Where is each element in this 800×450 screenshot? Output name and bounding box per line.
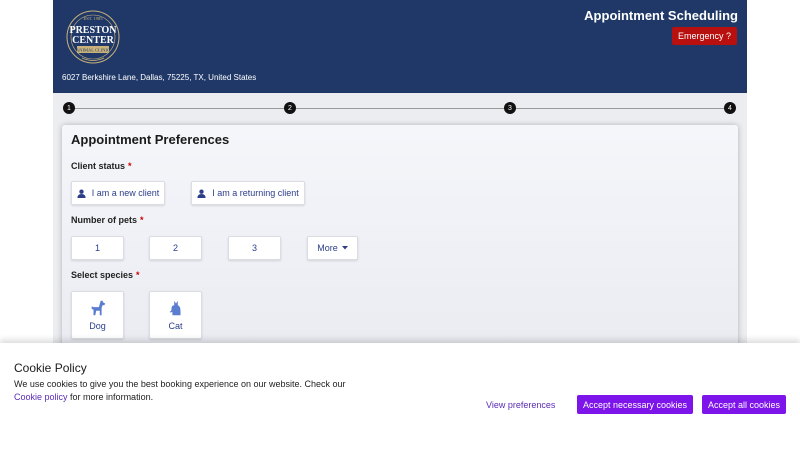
dog-icon: [89, 299, 107, 317]
cat-icon: [167, 299, 185, 317]
more-label: More: [317, 243, 338, 253]
cookie-banner: Cookie Policy We use cookies to give you…: [0, 343, 800, 450]
returning-client-option[interactable]: I am a returning client: [191, 181, 305, 205]
user-icon: [197, 189, 206, 198]
cookie-policy-link[interactable]: Cookie policy: [14, 392, 68, 402]
dog-label: Dog: [89, 321, 106, 331]
caret-down-icon: [341, 246, 348, 250]
user-icon: [77, 189, 86, 198]
pets-option-2[interactable]: 2: [149, 236, 202, 260]
required-mark: *: [140, 215, 144, 225]
cookie-description: We use cookies to give you the best book…: [14, 378, 354, 404]
required-mark: *: [128, 161, 132, 171]
step-1[interactable]: 1: [63, 102, 75, 114]
clinic-logo: EST. 1985 PRESTON CENTER ANIMAL CLINIC: [66, 10, 120, 64]
progress-stepper: 1 2 3 4: [53, 93, 747, 123]
page-title: Appointment Scheduling: [584, 8, 738, 23]
accept-all-button[interactable]: Accept all cookies: [702, 395, 786, 414]
stepper-line: [69, 108, 731, 109]
emergency-button[interactable]: Emergency ?: [672, 27, 737, 45]
accept-necessary-button[interactable]: Accept necessary cookies: [577, 395, 693, 414]
pets-label-text: Number of pets: [71, 215, 138, 225]
step-3[interactable]: 3: [504, 102, 516, 114]
section-title: Appointment Preferences: [71, 132, 230, 147]
new-client-option[interactable]: I am a new client: [71, 181, 165, 205]
svg-text:EST. 1985: EST. 1985: [84, 16, 104, 21]
cookie-text-before: We use cookies to give you the best book…: [14, 379, 346, 389]
cat-label: Cat: [168, 321, 183, 331]
species-option-cat[interactable]: Cat: [149, 291, 202, 339]
client-status-label: Client status *: [71, 161, 132, 171]
new-client-label: I am a new client: [91, 188, 160, 198]
svg-text:ANIMAL CLINIC: ANIMAL CLINIC: [76, 48, 110, 53]
returning-client-label: I am a returning client: [212, 188, 299, 198]
pets-option-3[interactable]: 3: [228, 236, 281, 260]
cookie-title: Cookie Policy: [14, 361, 87, 375]
species-option-dog[interactable]: Dog: [71, 291, 124, 339]
step-4[interactable]: 4: [724, 102, 736, 114]
more-pets-dropdown[interactable]: More: [307, 236, 358, 260]
client-status-label-text: Client status: [71, 161, 126, 171]
svg-text:CENTER: CENTER: [72, 35, 114, 46]
required-mark: *: [136, 270, 140, 280]
cookie-text-after: for more information.: [70, 392, 154, 402]
species-label: Select species *: [71, 270, 140, 280]
view-preferences-link[interactable]: View preferences: [486, 400, 555, 410]
clinic-address: 6027 Berkshire Lane, Dallas, 75225, TX, …: [62, 73, 257, 82]
header: EST. 1985 PRESTON CENTER ANIMAL CLINIC 6…: [53, 0, 747, 93]
pets-option-1[interactable]: 1: [71, 236, 124, 260]
species-label-text: Select species: [71, 270, 134, 280]
step-2[interactable]: 2: [284, 102, 296, 114]
pets-label: Number of pets *: [71, 215, 144, 225]
